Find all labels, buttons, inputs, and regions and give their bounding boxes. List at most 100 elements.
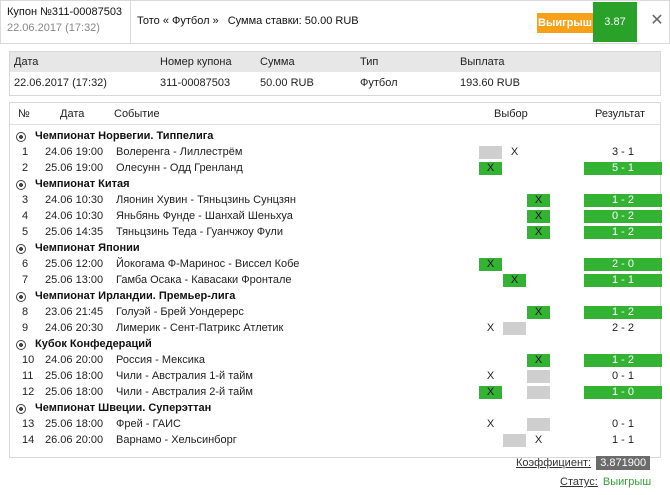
match-result: 1 - 2 (584, 226, 662, 239)
match-result: 1 - 1 (584, 274, 662, 287)
bet-info: Тото « Футбол » Сумма ставки: 50.00 RUB (137, 15, 359, 27)
match-row: 14 26.06 20:00 Варнамо - Хельсинборг X 1 - 1 (10, 434, 660, 448)
match-event: Йокогама Ф-Маринос - Виссел Кобе (116, 258, 300, 270)
league-name: Чемпионат Ирландии. Премьер-лига (35, 290, 236, 302)
match-number: 12 (22, 386, 35, 398)
match-event: Чили - Австралия 1-й тайм (116, 370, 253, 382)
match-date: 25.06 19:00 (45, 162, 104, 174)
match-event: Олесунн - Одд Гренланд (116, 162, 243, 174)
match-row: 13 25.06 18:00 Фрей - ГАИС X 0 - 1 (10, 418, 660, 432)
coupon-title: Купон №311-00087503 (7, 6, 123, 18)
match-event: Яньбянь Фунде - Шанхай Шеньхуа (116, 210, 293, 222)
choice-cell-2: X (510, 146, 519, 158)
choice-cell-3: X (527, 210, 550, 223)
league-group-header: Чемпионат Китая (10, 178, 660, 192)
summary-header-payout: Выплата (460, 56, 505, 68)
match-result: 1 - 2 (584, 354, 662, 367)
choice-cell-3: X (527, 194, 550, 207)
footer-coefficient: Коэффициент: 3.871900 (516, 456, 651, 470)
match-number: 5 (22, 226, 29, 238)
match-row: 9 24.06 20:30 Лимерик - Сент-Патрикс Атлет… (10, 322, 660, 336)
summary-header-coupon: Номер купона (160, 56, 232, 68)
coefficient-badge: 3.87 (593, 2, 637, 42)
choice-cell-1: X (486, 418, 495, 430)
choice-cell-2 (503, 322, 526, 335)
choice-cell-2: X (503, 274, 526, 287)
choice-cell-3 (527, 370, 550, 383)
league-name: Чемпионат Японии (35, 242, 140, 254)
header-choice: Выбор (494, 108, 528, 120)
league-name: Кубок Конфедераций (35, 338, 152, 350)
win-status-badge: Выигрыш (537, 13, 593, 33)
match-number: 10 (22, 354, 35, 366)
coupon-id-box: Купон №311-00087503 22.06.2017 (17:32) (1, 1, 131, 43)
choice-cell-3: X (527, 354, 550, 367)
match-row: 1 24.06 19:00 Волеренга - Лиллестрём X 3 - 1 (10, 146, 660, 160)
match-number: 7 (22, 274, 29, 286)
match-date: 25.06 13:00 (45, 274, 104, 286)
match-date: 24.06 20:30 (45, 322, 104, 334)
match-number: 8 (22, 306, 29, 318)
match-number: 11 (22, 370, 34, 382)
match-event: Тяньцзинь Теда - Гуанчжоу Фули (116, 226, 283, 238)
status-label: Статус: (560, 476, 598, 488)
summary-header-type: Тип (360, 56, 379, 68)
choice-cell-1: X (479, 386, 502, 399)
league-name: Чемпионат Швеции. Суперэттан (35, 402, 212, 414)
match-event: Ляонин Хувин - Тяньцзинь Сунцзян (116, 194, 296, 206)
matches-header-row: № Дата Событие Выбор Результат (10, 103, 660, 125)
league-group-header: Чемпионат Ирландии. Премьер-лига (10, 290, 660, 304)
match-result: 2 - 0 (584, 258, 662, 271)
league-group-header: Чемпионат Норвегии. Типпелига (10, 130, 660, 144)
match-result: 0 - 1 (611, 418, 634, 430)
status-value: Выигрыш (602, 476, 652, 488)
match-row: 7 25.06 13:00 Гамба Осака - Кавасаки Фронт… (10, 274, 662, 288)
soccer-ball-icon (16, 180, 26, 190)
league-group-header: Чемпионат Японии (10, 242, 660, 256)
choice-cell-3 (527, 418, 550, 431)
match-event: Варнамо - Хельсинборг (116, 434, 237, 446)
matches-table: № Дата Событие Выбор Результат Чемпионат… (9, 102, 662, 458)
header-result: Результат (595, 108, 646, 120)
summary-type: Футбол (360, 77, 398, 89)
match-number: 2 (22, 162, 29, 174)
choice-cell-1 (479, 146, 502, 159)
choice-cell-3: X (527, 306, 550, 319)
match-date: 24.06 10:30 (45, 210, 104, 222)
bet-sum: Сумма ставки: 50.00 RUB (227, 15, 359, 27)
match-row: 10 24.06 20:00 Россия - Мексика X 1 - 2 (10, 354, 662, 368)
match-event: Фрей - ГАИС (116, 418, 181, 430)
bet-type: Тото « Футбол » (137, 15, 219, 27)
choice-cell-1: X (479, 162, 502, 175)
summary-header-sum: Сумма (260, 56, 295, 68)
match-result: 0 - 2 (584, 210, 662, 223)
header-num: № (18, 108, 30, 120)
match-number: 14 (22, 434, 35, 446)
summary-sum: 50.00 RUB (260, 77, 314, 89)
league-name: Чемпионат Норвегии. Типпелига (35, 130, 214, 142)
league-group-header: Кубок Конфедераций (10, 338, 660, 352)
choice-cell-1: X (479, 258, 502, 271)
coupon-date: 22.06.2017 (17:32) (7, 22, 100, 34)
match-result: 1 - 2 (584, 194, 662, 207)
choice-cell-3: X (527, 226, 550, 239)
summary-header-row: Дата Номер купона Сумма Тип Выплата (10, 52, 660, 72)
league-name: Чемпионат Китая (35, 178, 130, 190)
summary-header-date: Дата (14, 56, 39, 68)
summary-date: 22.06.2017 (17:32) (14, 77, 107, 89)
match-number: 3 (22, 194, 29, 206)
match-event: Россия - Мексика (116, 354, 206, 366)
choice-cell-1: X (486, 322, 495, 334)
soccer-ball-icon (16, 244, 26, 254)
match-date: 25.06 18:00 (45, 418, 104, 430)
league-group-header: Чемпионат Швеции. Суперэттан (10, 402, 660, 416)
match-result: 1 - 2 (584, 306, 662, 319)
close-icon[interactable]: ✕ (646, 10, 668, 32)
match-row: 2 25.06 19:00 Олесунн - Одд Гренланд X 5 - 1 (10, 162, 662, 176)
match-number: 9 (22, 322, 29, 334)
match-result: 3 - 1 (611, 146, 634, 158)
soccer-ball-icon (16, 404, 26, 414)
match-number: 1 (22, 146, 29, 158)
match-row: 4 24.06 10:30 Яньбянь Фунде - Шанхай Шеньх… (10, 210, 662, 224)
match-result: 5 - 1 (584, 162, 662, 175)
